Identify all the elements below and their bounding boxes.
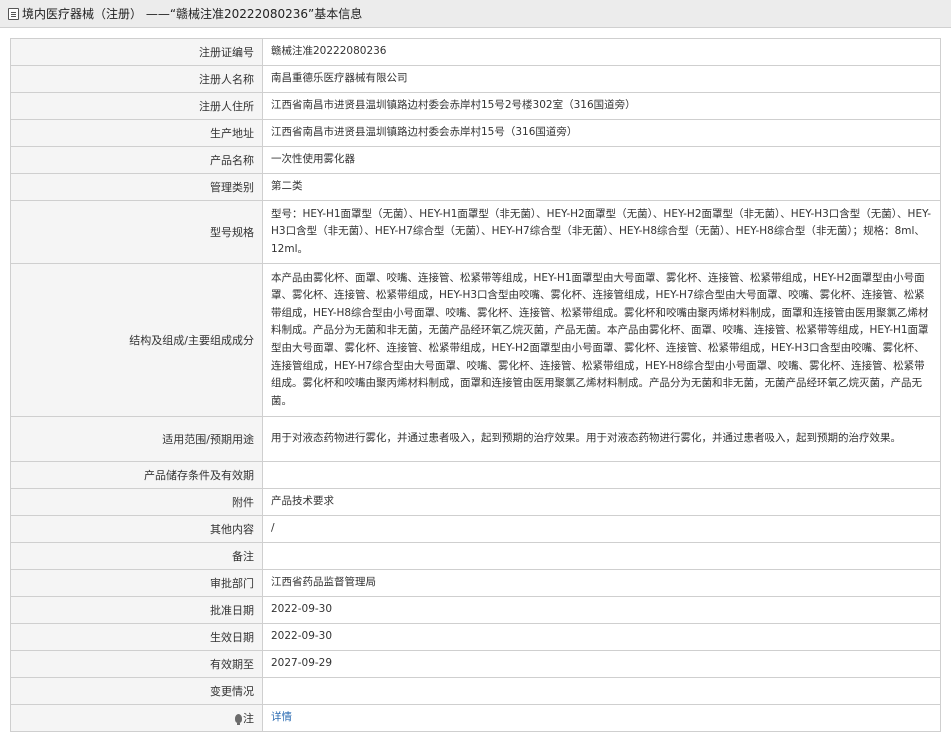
table-row: 生效日期 2022-09-30 — [10, 623, 941, 651]
row-value-production-address: 江西省南昌市进贤县温圳镇路边村委会赤岸村15号（316国道旁） — [262, 119, 941, 147]
table-row: 附件 产品技术要求 — [10, 488, 941, 516]
table-row: 注册人名称 南昌重德乐医疗器械有限公司 — [10, 65, 941, 93]
table-row: 注 详情 — [10, 704, 941, 732]
row-label-storage: 产品储存条件及有效期 — [10, 461, 263, 489]
row-label-changes: 变更情况 — [10, 677, 263, 705]
row-value-expiry-date: 2027-09-29 — [262, 650, 941, 678]
row-label-remarks: 备注 — [10, 542, 263, 570]
row-value-other: / — [262, 515, 941, 543]
row-value-registrant-address: 江西省南昌市进贤县温圳镇路边村委会赤岸村15号2号楼302室（316国道旁） — [262, 92, 941, 120]
row-label-other: 其他内容 — [10, 515, 263, 543]
row-label-structure: 结构及组成/主要组成成分 — [10, 263, 263, 417]
table-row: 产品储存条件及有效期 — [10, 461, 941, 489]
row-value-approval-dept: 江西省药品监督管理局 — [262, 569, 941, 597]
page-header: 境内医疗器械（注册） ——“赣械注准20222080236”基本信息 — [0, 0, 951, 28]
row-label-production-address: 生产地址 — [10, 119, 263, 147]
row-value-remarks — [262, 542, 941, 570]
row-value-attachment: 产品技术要求 — [262, 488, 941, 516]
row-value-registration-number: 赣械注准20222080236 — [262, 38, 941, 66]
row-label-attachment: 附件 — [10, 488, 263, 516]
table-row: 备注 — [10, 542, 941, 570]
row-label-effective-date: 生效日期 — [10, 623, 263, 651]
info-table: 注册证编号 赣械注准20222080236 注册人名称 南昌重德乐医疗器械有限公… — [10, 38, 941, 732]
row-label-model-spec: 型号规格 — [10, 200, 263, 264]
page-title: 境内医疗器械（注册） ——“赣械注准20222080236”基本信息 — [22, 7, 363, 21]
row-label-approval-dept: 审批部门 — [10, 569, 263, 597]
table-row: 注册证编号 赣械注准20222080236 — [10, 38, 941, 66]
row-value-model-spec: 型号：HEY-H1面罩型（无菌）、HEY-H1面罩型（非无菌）、HEY-H2面罩… — [262, 200, 941, 264]
table-row: 变更情况 — [10, 677, 941, 705]
row-value-registrant-name: 南昌重德乐医疗器械有限公司 — [262, 65, 941, 93]
note-label: 注 — [243, 712, 254, 725]
table-row: 产品名称 一次性使用雾化器 — [10, 146, 941, 174]
row-label-registrant-name: 注册人名称 — [10, 65, 263, 93]
row-label-expiry-date: 有效期至 — [10, 650, 263, 678]
row-label-registration-number: 注册证编号 — [10, 38, 263, 66]
row-value-approval-date: 2022-09-30 — [262, 596, 941, 624]
row-value-changes — [262, 677, 941, 705]
row-value-management-category: 第二类 — [262, 173, 941, 201]
row-label-intended-use: 适用范围/预期用途 — [10, 416, 263, 462]
table-row: 批准日期 2022-09-30 — [10, 596, 941, 624]
row-value-structure: 本产品由雾化杯、面罩、咬嘴、连接管、松紧带等组成，HEY-H1面罩型由大号面罩、… — [262, 263, 941, 417]
row-label-product-name: 产品名称 — [10, 146, 263, 174]
table-row: 注册人住所 江西省南昌市进贤县温圳镇路边村委会赤岸村15号2号楼302室（316… — [10, 92, 941, 120]
row-value-intended-use: 用于对液态药物进行雾化，并通过患者吸入，起到预期的治疗效果。用于对液态药物进行雾… — [262, 416, 941, 462]
document-icon — [8, 7, 19, 20]
table-row: 有效期至 2027-09-29 — [10, 650, 941, 678]
row-value-storage — [262, 461, 941, 489]
details-link[interactable]: 详情 — [271, 711, 292, 723]
row-value-effective-date: 2022-09-30 — [262, 623, 941, 651]
table-row: 其他内容 / — [10, 515, 941, 543]
table-row: 结构及组成/主要组成成分 本产品由雾化杯、面罩、咬嘴、连接管、松紧带等组成，HE… — [10, 263, 941, 417]
table-row: 生产地址 江西省南昌市进贤县温圳镇路边村委会赤岸村15号（316国道旁） — [10, 119, 941, 147]
table-row: 适用范围/预期用途 用于对液态药物进行雾化，并通过患者吸入，起到预期的治疗效果。… — [10, 416, 941, 462]
row-label-note: 注 — [10, 704, 263, 732]
row-value-product-name: 一次性使用雾化器 — [262, 146, 941, 174]
row-label-registrant-address: 注册人住所 — [10, 92, 263, 120]
row-label-management-category: 管理类别 — [10, 173, 263, 201]
table-row: 审批部门 江西省药品监督管理局 — [10, 569, 941, 597]
row-label-approval-date: 批准日期 — [10, 596, 263, 624]
row-value-note: 详情 — [262, 704, 941, 732]
table-row: 管理类别 第二类 — [10, 173, 941, 201]
lightbulb-icon — [235, 714, 242, 725]
table-row: 型号规格 型号：HEY-H1面罩型（无菌）、HEY-H1面罩型（非无菌）、HEY… — [10, 200, 941, 264]
